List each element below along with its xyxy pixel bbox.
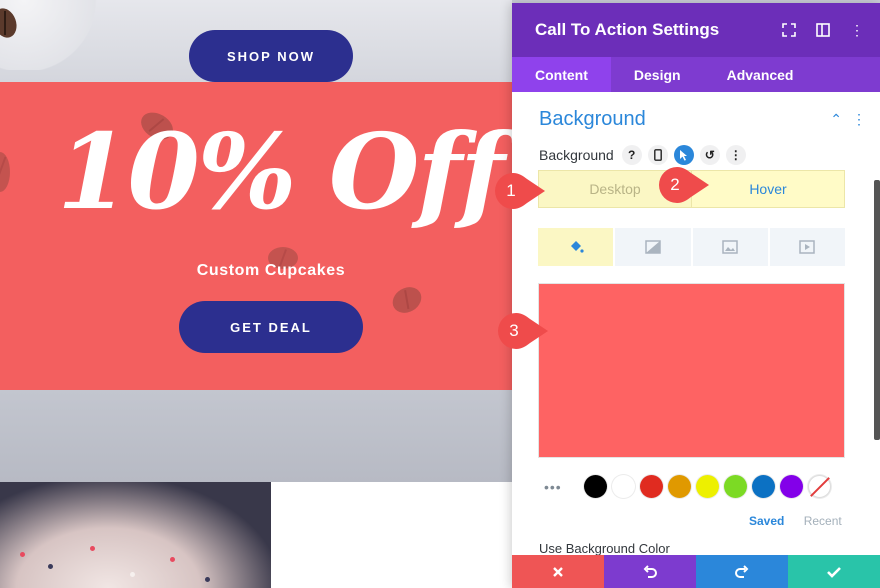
undo-icon: [643, 564, 657, 578]
palette-tabs: Saved Recent: [749, 514, 842, 528]
get-deal-button[interactable]: GET DEAL: [179, 301, 363, 353]
save-icon: [827, 566, 841, 578]
more-vertical-icon[interactable]: ⋮: [852, 111, 866, 128]
coffee-bean-image: [388, 282, 426, 318]
background-label: Background: [539, 147, 614, 163]
responsive-icon[interactable]: [647, 145, 668, 165]
color-fill-icon[interactable]: [538, 228, 614, 266]
cancel-icon: [553, 566, 563, 577]
background-color-preview[interactable]: [538, 283, 845, 458]
reset-icon[interactable]: ↺: [699, 145, 720, 165]
cupcake-image-white: [271, 482, 512, 588]
sprinkle: [130, 572, 135, 577]
more-vertical-icon[interactable]: ⋮: [725, 145, 746, 165]
promo-subtitle: Custom Cupcakes: [196, 262, 346, 279]
swatch-yellow[interactable]: [695, 475, 719, 498]
image-icon[interactable]: [692, 228, 768, 266]
tab-design[interactable]: Design: [611, 57, 704, 92]
background-option-row: Background ? ↺ ⋮: [512, 131, 880, 165]
tab-advanced[interactable]: Advanced: [704, 57, 817, 92]
sprinkle: [48, 564, 53, 569]
swatch-black[interactable]: [583, 475, 607, 498]
panel-tabs: Content Design Advanced: [512, 57, 880, 92]
callout-marker-2: 2: [655, 165, 709, 205]
callout-marker-3: 3: [494, 311, 548, 351]
gradient-icon[interactable]: [615, 228, 691, 266]
marker-number: 2: [670, 175, 680, 194]
redo-icon: [735, 564, 749, 578]
marker-number: 3: [509, 321, 519, 340]
panel-header: Call To Action Settings ⋮: [512, 3, 880, 57]
swatch-blue[interactable]: [751, 475, 775, 498]
sprinkle: [90, 546, 95, 551]
use-background-color-label: Use Background Color: [539, 541, 670, 556]
page-mid-background: [0, 390, 512, 482]
more-vertical-icon[interactable]: ⋮: [846, 19, 868, 41]
save-button[interactable]: [788, 555, 880, 588]
swatch-purple[interactable]: [779, 475, 803, 498]
settings-panel: Call To Action Settings ⋮ Content Design…: [512, 3, 880, 588]
section-title: Background: [539, 108, 646, 130]
undo-button[interactable]: [604, 555, 696, 588]
plate-image: [0, 0, 120, 70]
callout-marker-1: 1: [491, 171, 545, 211]
background-type-tabs: [538, 228, 845, 266]
background-section-header[interactable]: Background ⌃ ⋮: [512, 92, 880, 131]
promo-title: 10% Off: [57, 110, 505, 233]
marker-number: 1: [506, 181, 516, 200]
chevron-up-icon[interactable]: ⌃: [830, 111, 842, 128]
split-view-icon[interactable]: [812, 19, 834, 41]
sprinkle: [170, 557, 175, 562]
cancel-button[interactable]: [512, 555, 604, 588]
sprinkle: [205, 577, 210, 582]
panel-title: Call To Action Settings: [535, 20, 720, 39]
help-icon[interactable]: ?: [621, 145, 642, 165]
swatch-green[interactable]: [723, 475, 747, 498]
cupcake-image: [0, 482, 271, 588]
swatch-orange[interactable]: [667, 475, 691, 498]
saved-tab[interactable]: Saved: [749, 514, 784, 528]
sprinkle: [20, 552, 25, 557]
swatch-white[interactable]: [611, 475, 635, 498]
hover-tab[interactable]: Hover: [691, 171, 844, 207]
tab-content[interactable]: Content: [512, 57, 611, 92]
expand-icon[interactable]: [778, 19, 800, 41]
video-icon[interactable]: [769, 228, 845, 266]
recent-tab[interactable]: Recent: [804, 514, 842, 528]
no-color-icon[interactable]: [807, 475, 831, 498]
swatch-red[interactable]: [639, 475, 663, 498]
shop-now-button[interactable]: SHOP NOW: [189, 30, 353, 82]
more-colors-icon[interactable]: •••: [544, 479, 562, 495]
panel-footer: [512, 555, 880, 588]
hover-icon[interactable]: [673, 145, 694, 165]
panel-scrollbar[interactable]: [874, 180, 880, 440]
color-swatches: •••: [544, 475, 836, 498]
redo-button[interactable]: [696, 555, 788, 588]
